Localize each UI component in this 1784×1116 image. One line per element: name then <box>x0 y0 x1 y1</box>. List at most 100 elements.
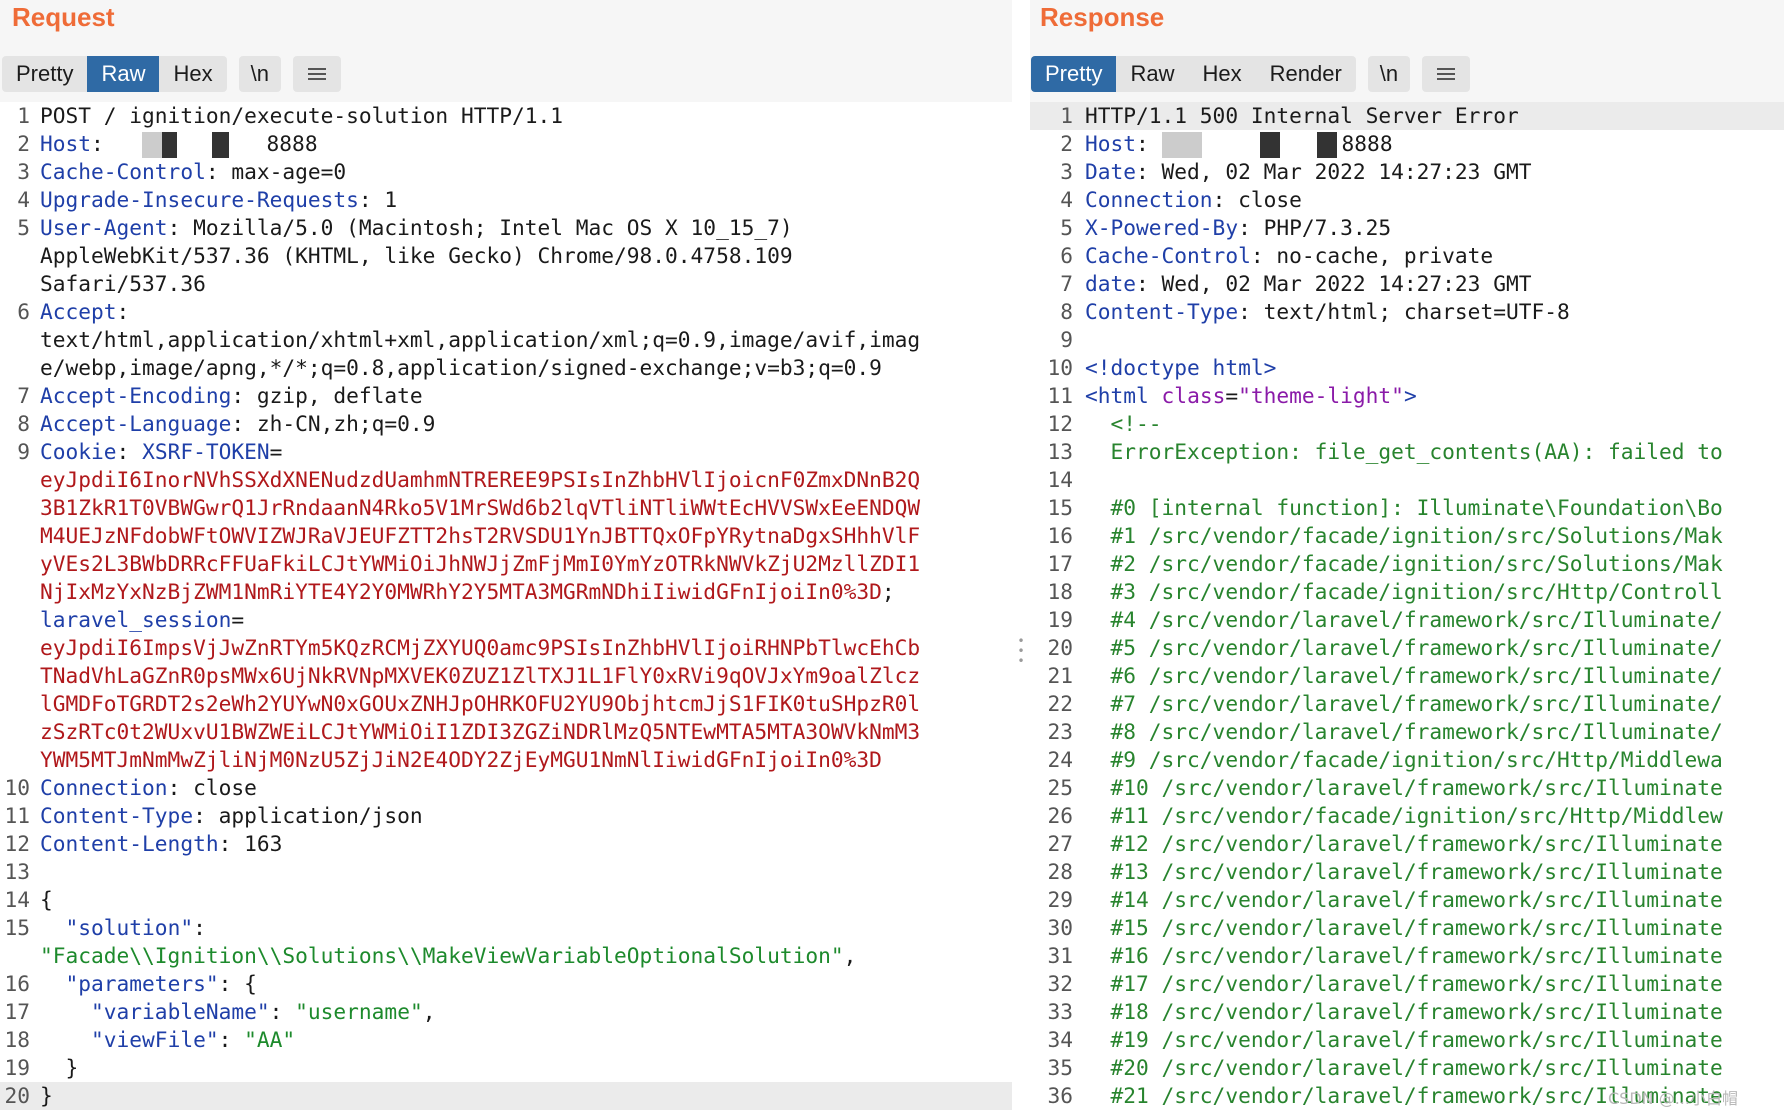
code-text: Accept-Language: zh-CN,zh;q=0.9 <box>40 411 436 436</box>
code-text: #4 /src/vendor/laravel/framework/src/Ill… <box>1085 607 1723 632</box>
code-text: Upgrade-Insecure-Requests: 1 <box>40 187 398 212</box>
response-editor[interactable]: 1 HTTP/1.1 500 Internal Server Error 2 Hos… <box>1030 102 1784 1116</box>
line-number: 17 <box>4 999 30 1024</box>
code-text: #0 [internal function]: Illuminate\Found… <box>1085 495 1723 520</box>
tab-raw[interactable]: Raw <box>1116 56 1188 92</box>
code-line: 3B1ZkR1T0VBWGwrQ1JrRndaanN4Rko5V1MrSWd6b… <box>0 494 1012 522</box>
line-number: 35 <box>1047 1055 1073 1080</box>
code-line: 17 #2 /src/vendor/facade/ignition/src/So… <box>1030 550 1784 578</box>
tab-hex[interactable]: Hex <box>1188 56 1255 92</box>
tab-hex[interactable]: Hex <box>159 56 226 92</box>
code-text: 3B1ZkR1T0VBWGwrQ1JrRndaanN4Rko5V1MrSWd6b… <box>40 495 921 520</box>
request-pane: Request Pretty Raw Hex \n 1 POST / igniti… <box>0 0 1012 1116</box>
code-line: 1 POST / ignition/execute-solution HTTP/1… <box>0 102 1012 130</box>
line-number: 27 <box>1047 831 1073 856</box>
line-number: 24 <box>1047 747 1073 772</box>
line-number: 5 <box>1060 215 1073 240</box>
tab-pretty[interactable]: Pretty <box>1031 56 1117 92</box>
code-line: 12 Content-Length: 163 <box>0 830 1012 858</box>
code-line: 33 #18 /src/vendor/laravel/framework/src… <box>1030 998 1784 1026</box>
newline-toggle-button[interactable]: \n <box>238 56 281 92</box>
line-number: 14 <box>4 887 30 912</box>
code-line: 8 Accept-Language: zh-CN,zh;q=0.9 <box>0 410 1012 438</box>
code-line: M4UEJzNFdobWFtOWVIZWJRaVJEUFZTT2hsT2RVSD… <box>0 522 1012 550</box>
code-line: 29 #14 /src/vendor/laravel/framework/src… <box>1030 886 1784 914</box>
pane-divider[interactable] <box>1012 0 1030 1116</box>
response-pane: Response Pretty Raw Hex Render \n 1 HTTP/… <box>1030 0 1784 1116</box>
code-line: TNadVhLaGZnR0psMWx6UjNkRVNpMXVEK0ZUZ1ZlT… <box>0 662 1012 690</box>
code-text: #5 /src/vendor/laravel/framework/src/Ill… <box>1085 635 1723 660</box>
code-line: 17 "variableName": "username", <box>0 998 1012 1026</box>
code-line: "Facade\\Ignition\\Solutions\\MakeViewVa… <box>0 942 1012 970</box>
code-text: #13 /src/vendor/laravel/framework/src/Il… <box>1085 859 1723 884</box>
code-text: NjIxMzYxNzBjZWM1NmRiYTE4Y2Y0MWRhY2Y5MTA3… <box>40 579 895 604</box>
line-number: 17 <box>1047 551 1073 576</box>
code-line: 12 <!-- <box>1030 410 1784 438</box>
line-number: 4 <box>17 187 30 212</box>
code-line: 16 #1 /src/vendor/facade/ignition/src/So… <box>1030 522 1784 550</box>
line-number: 2 <box>1060 131 1073 156</box>
code-text: "viewFile": "AA" <box>91 1027 296 1052</box>
line-number: 30 <box>1047 915 1073 940</box>
menu-icon[interactable] <box>1422 56 1471 92</box>
code-text: Connection: close <box>40 775 257 800</box>
code-line: 34 #19 /src/vendor/laravel/framework/src… <box>1030 1026 1784 1054</box>
code-text: "variableName": "username", <box>91 999 436 1024</box>
watermark: CSDN @...小白帽 <box>1608 1089 1738 1108</box>
code-line: 24 #9 /src/vendor/facade/ignition/src/Ht… <box>1030 746 1784 774</box>
line-number: 22 <box>1047 691 1073 716</box>
code-text: laravel_session= <box>40 607 245 632</box>
code-line: 3 Cache-Control: max-age=0 <box>0 158 1012 186</box>
code-text: #12 /src/vendor/laravel/framework/src/Il… <box>1085 831 1723 856</box>
line-number: 11 <box>1047 383 1073 408</box>
code-line: 15 "solution": <box>0 914 1012 942</box>
code-line: 13 <box>0 858 1012 886</box>
code-text: } <box>65 1055 79 1080</box>
tab-pretty[interactable]: Pretty <box>2 56 87 92</box>
code-line: 30 #15 /src/vendor/laravel/framework/src… <box>1030 914 1784 942</box>
line-number: 20 <box>1047 635 1073 660</box>
line-number: 33 <box>1047 999 1073 1024</box>
code-text: Cookie: XSRF-TOKEN= <box>40 439 283 464</box>
line-number: 18 <box>4 1027 30 1052</box>
redacted-host <box>116 132 267 158</box>
code-line: NjIxMzYxNzBjZWM1NmRiYTE4Y2Y0MWRhY2Y5MTA3… <box>0 578 1012 606</box>
code-text: eyJpdiI6InorNVhSSXdXNENudzdUamhmNTREREE9… <box>40 467 921 492</box>
code-text: X-Powered-By: PHP/7.3.25 <box>1085 215 1392 240</box>
request-editor[interactable]: 1 POST / ignition/execute-solution HTTP/1… <box>0 102 1012 1116</box>
code-text: lGMDFoTGRDT2s2eWh2YUYwN0xGOUxZNHJpOHRKOF… <box>40 691 921 716</box>
tab-raw[interactable]: Raw <box>87 56 160 92</box>
code-text: #16 /src/vendor/laravel/framework/src/Il… <box>1085 943 1723 968</box>
line-number: 29 <box>1047 887 1073 912</box>
menu-icon[interactable] <box>292 56 341 92</box>
code-line: 10 Connection: close <box>0 774 1012 802</box>
code-line: 14 { <box>0 886 1012 914</box>
line-number: 9 <box>1060 327 1073 352</box>
code-text: #6 /src/vendor/laravel/framework/src/Ill… <box>1085 663 1723 688</box>
code-text: #2 /src/vendor/facade/ignition/src/Solut… <box>1085 551 1723 576</box>
code-text: #19 /src/vendor/laravel/framework/src/Il… <box>1085 1027 1723 1052</box>
line-number: 25 <box>1047 775 1073 800</box>
code-line-current: 20} <box>0 1082 1012 1110</box>
line-number: 18 <box>1047 579 1073 604</box>
line-number: 8 <box>17 411 30 436</box>
code-text: #17 /src/vendor/laravel/framework/src/Il… <box>1085 971 1723 996</box>
code-line: 5 X-Powered-By: PHP/7.3.25 <box>1030 214 1784 242</box>
code-line: 13 ErrorException: file_get_contents(AA)… <box>1030 438 1784 466</box>
tab-render[interactable]: Render <box>1256 56 1356 92</box>
drag-handle-icon[interactable]: • • • <box>1016 635 1026 676</box>
line-number: 12 <box>4 831 30 856</box>
code-line: 28 #13 /src/vendor/laravel/framework/src… <box>1030 858 1784 886</box>
code-text: #10 /src/vendor/laravel/framework/src/Il… <box>1085 775 1723 800</box>
code-text: Safari/537.36 <box>40 271 206 296</box>
line-number: 1 <box>17 103 30 128</box>
code-line: 18 "viewFile": "AA" <box>0 1026 1012 1054</box>
newline-toggle-button[interactable]: \n <box>1367 56 1411 92</box>
code-text: <!doctype html> <box>1085 355 1277 380</box>
code-line: 21 #6 /src/vendor/laravel/framework/src/… <box>1030 662 1784 690</box>
line-number: 10 <box>1047 355 1073 380</box>
code-line: 4 Connection: close <box>1030 186 1784 214</box>
code-line: 9 <box>1030 326 1784 354</box>
line-number: 7 <box>17 383 30 408</box>
line-number: 3 <box>17 159 30 184</box>
